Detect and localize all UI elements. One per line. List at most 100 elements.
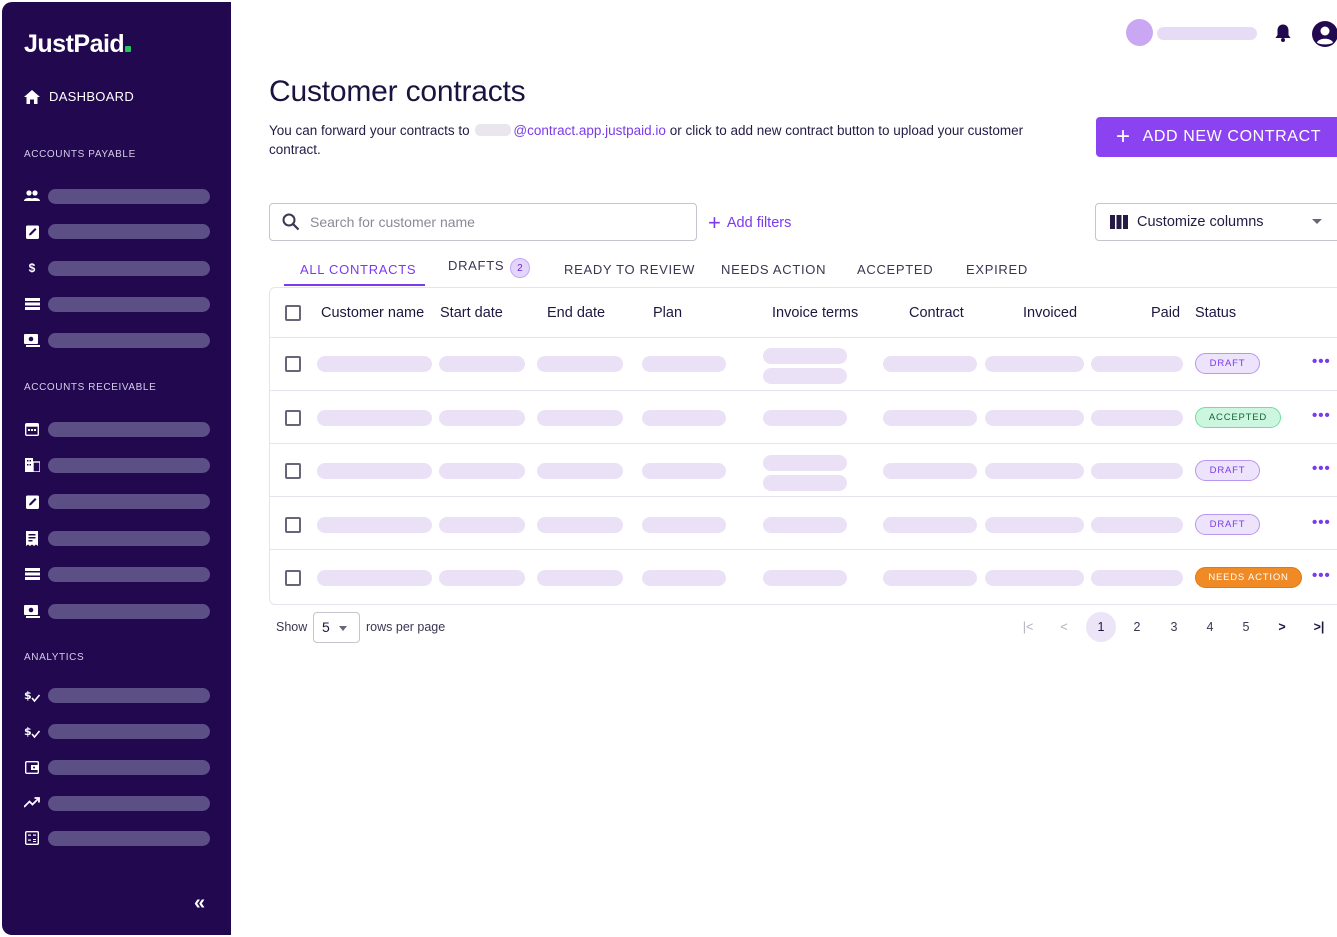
first-page-button[interactable]: |< <box>1013 612 1043 642</box>
sidebar-item-analytics-5[interactable] <box>24 830 210 846</box>
previous-page-button[interactable]: < <box>1049 612 1079 642</box>
table-row[interactable]: DRAFT ••• <box>270 444 1337 497</box>
cash-icon <box>24 332 40 348</box>
table-row[interactable]: DRAFT ••• <box>270 497 1337 550</box>
page-4-button[interactable]: 4 <box>1195 612 1225 642</box>
bell-icon[interactable] <box>1272 22 1294 44</box>
cell-placeholder <box>317 570 432 586</box>
plus-icon: + <box>1116 123 1131 150</box>
brand-logo[interactable]: JustPaid <box>24 30 132 59</box>
rows-per-page-label: rows per page <box>366 620 446 634</box>
page-1-button[interactable]: 1 <box>1086 612 1116 642</box>
sidebar-item-receivable-3[interactable] <box>24 493 210 509</box>
column-customer-name[interactable]: Customer name <box>321 305 424 321</box>
table-row[interactable]: DRAFT ••• <box>270 338 1337 391</box>
account-avatar[interactable] <box>1126 19 1153 46</box>
column-status[interactable]: Status <box>1195 305 1236 321</box>
chevron-down-icon <box>1312 219 1322 224</box>
sidebar-item-receivable-6[interactable] <box>24 603 210 619</box>
receipt-icon <box>24 530 40 546</box>
page-3-button[interactable]: 3 <box>1159 612 1189 642</box>
tab-expired[interactable]: EXPIRED <box>966 262 1028 277</box>
select-all-checkbox[interactable] <box>285 305 301 321</box>
sidebar-item-payable-4[interactable] <box>24 296 210 312</box>
cell-placeholder <box>985 517 1084 533</box>
column-invoice-terms[interactable]: Invoice terms <box>772 305 858 321</box>
sidebar: JustPaid DASHBOARD ACCOUNTS PAYABLE $ AC… <box>2 2 231 935</box>
page-5-button[interactable]: 5 <box>1231 612 1261 642</box>
row-more-actions-button[interactable]: ••• <box>1312 514 1331 531</box>
cell-placeholder <box>642 463 726 479</box>
sidebar-item-dashboard[interactable]: DASHBOARD <box>24 89 134 104</box>
row-more-actions-button[interactable]: ••• <box>1312 407 1331 424</box>
column-contract[interactable]: Contract <box>909 305 964 321</box>
user-profile-icon[interactable] <box>1311 20 1337 48</box>
row-checkbox[interactable] <box>285 570 301 586</box>
row-checkbox[interactable] <box>285 463 301 479</box>
svg-text:$: $ <box>24 689 32 702</box>
wallet-icon <box>24 759 40 775</box>
cell-placeholder <box>439 570 525 586</box>
column-paid[interactable]: Paid <box>1151 305 1180 321</box>
cell-placeholder <box>537 410 623 426</box>
sidebar-item-receivable-2[interactable] <box>24 457 210 473</box>
last-page-button[interactable]: >| <box>1304 612 1334 642</box>
tab-all-contracts[interactable]: ALL CONTRACTS <box>300 262 416 277</box>
sidebar-item-placeholder <box>48 830 210 846</box>
sidebar-item-receivable-5[interactable] <box>24 566 210 582</box>
cell-placeholder <box>537 356 623 372</box>
search-input[interactable] <box>310 214 670 230</box>
row-checkbox[interactable] <box>285 356 301 372</box>
logo-dot <box>125 46 132 52</box>
column-invoiced[interactable]: Invoiced <box>1023 305 1077 321</box>
section-accounts-payable: ACCOUNTS PAYABLE <box>24 149 136 160</box>
sidebar-item-receivable-1[interactable] <box>24 421 210 437</box>
row-more-actions-button[interactable]: ••• <box>1312 567 1331 584</box>
row-more-actions-button[interactable]: ••• <box>1312 353 1331 370</box>
column-end-date[interactable]: End date <box>547 305 605 321</box>
row-checkbox[interactable] <box>285 517 301 533</box>
tab-drafts[interactable]: DRAFTS 2 <box>448 258 531 278</box>
table-row[interactable]: ACCEPTED ••• <box>270 391 1337 444</box>
sidebar-item-analytics-4[interactable] <box>24 795 210 811</box>
column-start-date[interactable]: Start date <box>440 305 503 321</box>
tab-accepted[interactable]: ACCEPTED <box>857 262 933 277</box>
columns-icon <box>1110 215 1128 229</box>
cell-placeholder <box>537 517 623 533</box>
forwarding-email-link[interactable]: @contract.app.justpaid.io <box>513 123 666 138</box>
collapse-sidebar-button[interactable]: « <box>194 892 205 915</box>
people-icon <box>24 188 40 204</box>
status-badge: DRAFT <box>1195 353 1260 374</box>
page-2-button[interactable]: 2 <box>1122 612 1152 642</box>
account-name-placeholder[interactable] <box>1157 27 1257 40</box>
sidebar-item-payable-3[interactable]: $ <box>24 260 210 276</box>
sidebar-item-payable-1[interactable] <box>24 188 210 204</box>
sidebar-item-payable-2[interactable] <box>24 223 210 239</box>
rows-per-page-select[interactable]: 5 <box>313 612 360 643</box>
column-plan[interactable]: Plan <box>653 305 682 321</box>
cell-placeholder <box>439 463 525 479</box>
sidebar-item-analytics-3[interactable] <box>24 759 210 775</box>
row-more-actions-button[interactable]: ••• <box>1312 460 1331 477</box>
sidebar-item-payable-5[interactable] <box>24 332 210 348</box>
table-row[interactable]: NEEDS ACTION ••• <box>270 550 1337 603</box>
add-filters-button[interactable]: + Add filters <box>708 212 791 234</box>
sidebar-item-placeholder <box>48 795 210 811</box>
sidebar-item-placeholder <box>48 566 210 582</box>
tab-needs-action[interactable]: NEEDS ACTION <box>721 262 826 277</box>
home-icon <box>24 89 40 104</box>
cell-placeholder <box>642 517 726 533</box>
sidebar-item-analytics-1[interactable]: $ <box>24 687 210 703</box>
tab-ready-to-review[interactable]: READY TO REVIEW <box>564 262 695 277</box>
customize-columns-dropdown[interactable]: Customize columns <box>1095 203 1337 241</box>
next-page-button[interactable]: > <box>1267 612 1297 642</box>
row-checkbox[interactable] <box>285 410 301 426</box>
sidebar-item-receivable-4[interactable] <box>24 530 210 546</box>
add-new-contract-button[interactable]: + ADD NEW CONTRACT <box>1096 117 1337 157</box>
sidebar-item-analytics-2[interactable]: $ <box>24 723 210 739</box>
sidebar-item-placeholder <box>48 723 210 739</box>
search-box[interactable] <box>269 203 697 241</box>
status-badge: DRAFT <box>1195 514 1260 535</box>
cell-placeholder <box>883 356 977 372</box>
cell-placeholder <box>537 570 623 586</box>
